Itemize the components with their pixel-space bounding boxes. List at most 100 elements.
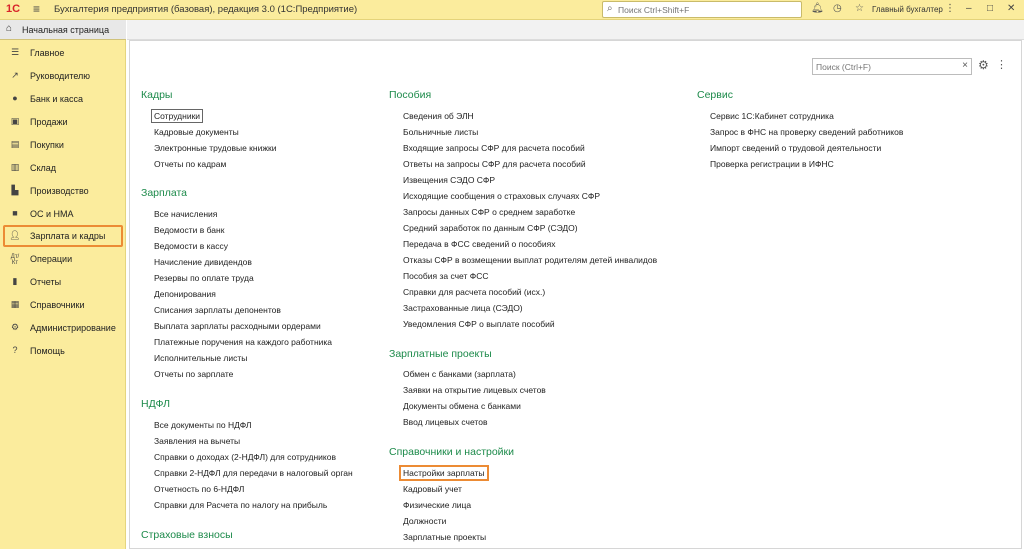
truck-icon: ■ — [12, 208, 18, 218]
favorites-star-icon[interactable]: ☆ — [855, 3, 864, 14]
section-title-salary-projects: Зарплатные проекты — [389, 348, 492, 360]
tab-strip — [127, 20, 1024, 40]
link[interactable]: Запросы данных СФР о среднем заработке — [403, 207, 575, 217]
panel-search-box[interactable]: × — [812, 58, 972, 75]
link[interactable]: Списания зарплаты депонентов — [154, 305, 281, 315]
link[interactable]: Уведомления СФР о выплате пособий — [403, 319, 555, 329]
section-title-references-settings: Справочники и настройки — [389, 446, 515, 458]
link[interactable]: Справки для Расчета по налогу на прибыль — [154, 500, 327, 510]
sidebar-item-assets[interactable]: ■ ОС и НМА — [3, 203, 123, 225]
link[interactable]: Извещения СЭДО СФР — [403, 175, 495, 185]
link[interactable]: Пособия за счет ФСС — [403, 271, 489, 281]
link[interactable]: Исходящие сообщения о страховых случаях … — [403, 191, 600, 201]
current-user[interactable]: Главный бухгалтер — [872, 5, 943, 14]
link[interactable]: Кадровый учет — [403, 484, 462, 494]
sidebar-item-label: ОС и НМА — [30, 209, 74, 219]
link[interactable]: Справки 2-НДФЛ для передачи в налоговый … — [154, 468, 353, 478]
link[interactable]: Отчеты по кадрам — [154, 159, 226, 169]
link[interactable]: Передача в ФСС сведений о пособиях — [403, 239, 556, 249]
home-tab[interactable]: ⌂ Начальная страница — [0, 20, 126, 40]
sidebar-item-label: Главное — [30, 48, 65, 58]
link[interactable]: Отчетность по 6-НДФЛ — [154, 484, 244, 494]
settings-gear-icon[interactable]: ⚙ — [978, 58, 989, 72]
link[interactable]: Депонирования — [154, 289, 216, 299]
link[interactable]: Все начисления — [154, 209, 217, 219]
link[interactable]: Импорт сведений о трудовой деятельности — [710, 143, 881, 153]
section-title-ndfl: НДФЛ — [141, 398, 170, 410]
link[interactable]: Обмен с банками (зарплата) — [403, 369, 516, 379]
home-icon: ⌂ — [6, 23, 13, 34]
link[interactable]: Начисление дивидендов — [154, 257, 252, 267]
sidebar-item-sales[interactable]: ▣ Продажи — [3, 111, 123, 133]
sidebar-item-manager[interactable]: ↗ Руководителю — [3, 65, 123, 87]
link[interactable]: Все документы по НДФЛ — [154, 420, 251, 430]
link[interactable]: Заявления на вычеты — [154, 436, 240, 446]
link[interactable]: Кадровые документы — [154, 127, 239, 137]
link[interactable]: Платежные поручения на каждого работника — [154, 337, 332, 347]
link[interactable]: Проверка регистрации в ИФНС — [710, 159, 834, 169]
sidebar-item-label: Отчеты — [30, 277, 62, 287]
link[interactable]: Средний заработок по данным СФР (СЭДО) — [403, 223, 578, 233]
link[interactable]: Сервис 1С:Кабинет сотрудника — [710, 111, 834, 121]
global-search-input[interactable] — [618, 3, 798, 16]
title-bar: 1С ≡ Бухгалтерия предприятия (базовая), … — [0, 0, 1024, 20]
more-icon[interactable]: ⋮ — [945, 3, 955, 14]
clear-search-icon[interactable]: × — [962, 60, 968, 71]
minimize-icon[interactable]: – — [966, 3, 972, 14]
link[interactable]: Выплата зарплаты расходными ордерами — [154, 321, 321, 331]
link[interactable]: Должности — [403, 516, 446, 526]
sidebar-item-label: Руководителю — [30, 71, 91, 81]
sidebar-item-label: Производство — [30, 186, 89, 196]
link[interactable]: Отчеты по зарплате — [154, 369, 233, 379]
sidebar-item-salary-hr[interactable]: 👤︎ Зарплата и кадры — [3, 225, 123, 247]
link[interactable]: Документы обмена с банками — [403, 401, 521, 411]
link[interactable]: Отказы СФР в возмещении выплат родителям… — [403, 255, 657, 265]
history-icon[interactable]: ◷ — [833, 3, 842, 14]
main-menu-icon[interactable]: ≡ — [33, 2, 40, 16]
basket-icon: ▤ — [10, 139, 20, 149]
link[interactable]: Зарплатные проекты — [403, 532, 486, 542]
link[interactable]: Исполнительные листы — [154, 353, 247, 363]
link[interactable]: Ответы на запросы СФР для расчета пособи… — [403, 159, 586, 169]
bag-icon: ▣ — [10, 116, 20, 126]
sidebar-item-production[interactable]: ▙ Производство — [3, 180, 123, 202]
link[interactable]: Застрахованные лица (СЭДО) — [403, 303, 523, 313]
sidebar-item-purchases[interactable]: ▤ Покупки — [3, 134, 123, 156]
global-search-box[interactable]: ⌕ — [602, 1, 802, 18]
link[interactable]: Резервы по оплате труда — [154, 273, 254, 283]
sidebar-item-warehouse[interactable]: ▥ Склад — [3, 157, 123, 179]
link-salary-settings[interactable]: Настройки зарплаты — [399, 465, 489, 481]
bell-icon[interactable]: 🔔︎ — [811, 3, 824, 14]
sidebar-item-label: Покупки — [30, 140, 64, 150]
close-icon[interactable]: ✕ — [1007, 3, 1015, 14]
sidebar-item-admin[interactable]: ⚙ Администрирование — [3, 317, 123, 339]
link[interactable]: Справки о доходах (2-НДФЛ) для сотрудник… — [154, 452, 336, 462]
dt-kt-icon: Дт/Кт — [10, 254, 20, 266]
more-icon[interactable]: ⋮ — [996, 58, 1007, 71]
sidebar-item-label: Склад — [30, 163, 57, 173]
sidebar-item-operations[interactable]: Дт/Кт Операции — [3, 248, 123, 270]
maximize-icon[interactable]: □ — [987, 3, 993, 14]
link[interactable]: Запрос в ФНС на проверку сведений работн… — [710, 127, 903, 137]
link[interactable]: Физические лица — [403, 500, 471, 510]
link[interactable]: Больничные листы — [403, 127, 478, 137]
sidebar-item-references[interactable]: ▦ Справочники — [3, 294, 123, 316]
link[interactable]: Ведомости в банк — [154, 225, 224, 235]
link[interactable]: Заявки на открытие лицевых счетов — [403, 385, 546, 395]
link[interactable]: Справки для расчета пособий (исх.) — [403, 287, 545, 297]
link[interactable]: Ведомости в кассу — [154, 241, 228, 251]
main-area: × ⚙ ⋮ Кадры Сотрудники Кадровые документ… — [127, 20, 1024, 549]
sidebar-item-bank[interactable]: ● Банк и касса — [3, 88, 123, 110]
link[interactable]: Входящие запросы СФР для расчета пособий — [403, 143, 585, 153]
link[interactable]: Ввод лицевых счетов — [403, 417, 487, 427]
sidebar-item-help[interactable]: ? Помощь — [3, 340, 123, 362]
sidebar-item-label: Помощь — [30, 346, 65, 356]
link[interactable]: Электронные трудовые книжки — [154, 143, 276, 153]
panel-search-input[interactable] — [816, 61, 956, 72]
sidebar-item-reports[interactable]: ▮ Отчеты — [3, 271, 123, 293]
app-logo: 1С — [6, 3, 21, 15]
sidebar-item-main[interactable]: ☰ Главное — [3, 42, 123, 64]
link-employees[interactable]: Сотрудники — [151, 109, 204, 123]
sidebar-item-label: Администрирование — [30, 323, 116, 333]
link[interactable]: Сведения об ЭЛН — [403, 111, 474, 121]
